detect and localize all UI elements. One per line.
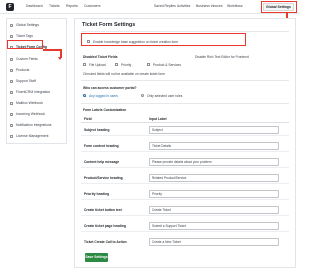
divider xyxy=(81,31,289,32)
plug-icon xyxy=(10,91,13,94)
annotation-arrowhead xyxy=(58,57,63,60)
subject-heading-input[interactable]: Subject xyxy=(149,126,279,134)
row-field-name: Priority heading xyxy=(84,192,110,196)
nav-saved-replies[interactable]: Saved Replies xyxy=(154,4,176,8)
ticket-create-cta-input[interactable]: Create a New Ticket xyxy=(149,238,279,246)
divider xyxy=(81,103,289,104)
table-row: Create ticket page heading Submit a Supp… xyxy=(81,220,289,232)
table-row: Create ticket button text Create Ticket xyxy=(81,204,289,216)
table-row: Ticket Create Call to Action Create a Ne… xyxy=(81,236,289,248)
sidebar-item-global-settings[interactable]: Global Settings xyxy=(7,21,67,30)
fields-icon xyxy=(10,58,13,61)
divider xyxy=(81,80,289,81)
product-service-heading-input[interactable]: Related Product/Service xyxy=(149,174,279,182)
row-field-name: Content help message xyxy=(84,160,120,164)
nav-activities[interactable]: Activities xyxy=(177,4,190,8)
save-settings-button[interactable]: Save Settings xyxy=(85,253,108,262)
any-logged-in-radio[interactable] xyxy=(83,94,87,98)
bell-icon xyxy=(10,124,13,127)
annotation-arrow-line xyxy=(43,49,62,51)
nav-business-inboxes[interactable]: Business Inboxes xyxy=(196,4,223,8)
row-field-name: Form content heading xyxy=(84,144,119,148)
box-icon xyxy=(10,69,13,72)
mail-icon xyxy=(10,102,13,105)
top-navigation-bar: F Dashboard Tickets Reports Customers Sa… xyxy=(0,0,300,14)
sidebar-item-notification-integrations[interactable]: Notification Integrations xyxy=(7,121,67,130)
app-logo[interactable]: F xyxy=(6,3,14,11)
priority-checkbox[interactable] xyxy=(115,63,119,67)
row-field-name: Ticket Create Call to Action xyxy=(84,240,127,244)
nav-workflows[interactable]: Workflows xyxy=(227,4,243,8)
users-icon xyxy=(10,80,13,83)
highlight-ticket-form-config xyxy=(7,40,43,49)
settings-sidebar: Global Settings Ticket Tags Ticket Form … xyxy=(6,18,67,144)
product-services-checkbox[interactable] xyxy=(147,63,151,67)
form-content-heading-input[interactable]: Ticket Details xyxy=(149,142,279,150)
highlight-global-settings xyxy=(261,1,297,13)
row-field-name: Subject heading xyxy=(84,128,110,132)
customization-title: Form Labels Customization xyxy=(83,108,127,112)
webhook-icon xyxy=(10,113,13,116)
nav-reports[interactable]: Reports xyxy=(66,4,78,8)
create-ticket-button-text-input[interactable]: Create Ticket xyxy=(149,206,279,214)
sidebar-item-fluentcrm-integration[interactable]: FluentCRM Integration xyxy=(7,88,67,97)
priority-chip: Priority xyxy=(121,63,132,67)
sidebar-item-support-staff[interactable]: Support Staff xyxy=(7,77,67,86)
disabled-fields-hint: Checked fields will not be available on … xyxy=(83,72,165,76)
table-row: Subject heading Subject xyxy=(81,124,289,136)
selected-roles-label: Only selected user roles xyxy=(147,94,183,98)
nav-dashboard[interactable]: Dashboard xyxy=(26,4,43,8)
nav-tickets[interactable]: Tickets xyxy=(49,4,60,8)
create-ticket-page-heading-input[interactable]: Submit a Support Ticket xyxy=(149,222,279,230)
product-services-chip: Product & Services xyxy=(153,63,182,67)
nav-customers[interactable]: Customers xyxy=(84,4,100,8)
file-upload-checkbox[interactable] xyxy=(83,63,87,67)
key-icon xyxy=(10,135,13,138)
labels-table-header: Field Input Label xyxy=(81,116,289,123)
table-row: Content help message Please provide deta… xyxy=(81,156,289,168)
sidebar-item-incoming-webhook[interactable]: Incoming Webhook xyxy=(7,110,67,119)
content-help-message-input[interactable]: Please provide details about your proble… xyxy=(149,158,279,166)
portal-access-question: Who can access customer portal? xyxy=(83,86,137,90)
priority-heading-input[interactable]: Priority xyxy=(149,190,279,198)
row-field-name: Product/Service heading xyxy=(84,176,123,180)
disabled-fields-label: Disabled Ticket Fields xyxy=(83,55,118,59)
page-title: Ticket Form Settings xyxy=(82,22,136,28)
sidebar-item-license-management[interactable]: License Management xyxy=(7,132,67,141)
file-upload-chip: File Upload xyxy=(89,63,106,67)
row-field-name: Create ticket button text xyxy=(84,208,122,212)
table-row: Priority heading Priority xyxy=(81,188,289,200)
sidebar-item-products[interactable]: Products xyxy=(7,66,67,75)
any-logged-in-label: Any logged in users xyxy=(89,94,118,98)
selected-roles-radio[interactable] xyxy=(141,94,145,98)
ticket-form-settings-panel: Ticket Form Settings Enable knowledge ba… xyxy=(74,18,296,268)
sidebar-item-mailbox-webhook[interactable]: Mailbox Webhook xyxy=(7,99,67,108)
field-column-header: Field xyxy=(84,117,92,121)
tag-icon xyxy=(10,35,13,38)
table-row: Product/Service heading Related Product/… xyxy=(81,172,289,184)
highlight-kb-suggestion xyxy=(81,33,246,46)
table-row: Form content heading Ticket Details xyxy=(81,140,289,152)
gear-icon xyxy=(10,24,13,27)
disable-rich-text-label: Disable Rich Text Editor for Frontend xyxy=(195,55,249,59)
row-field-name: Create ticket page heading xyxy=(84,224,126,228)
input-label-column-header: Input Label xyxy=(149,117,167,121)
